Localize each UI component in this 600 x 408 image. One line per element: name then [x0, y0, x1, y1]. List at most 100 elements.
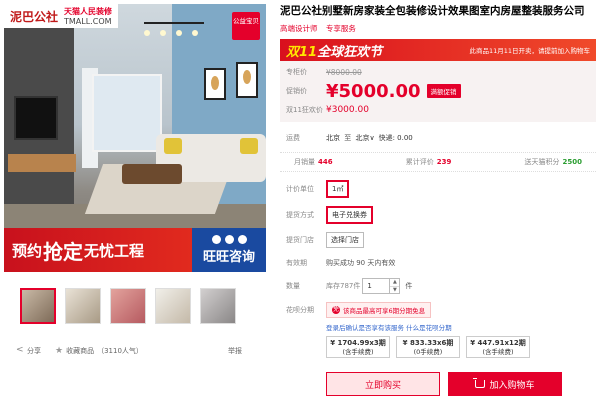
thumbnail-4[interactable] — [155, 288, 191, 324]
plan-amount: ¥ 833.33x6期 — [402, 339, 454, 347]
review-count[interactable]: 累计评价 239 — [406, 157, 452, 167]
scene-lamp — [144, 22, 204, 52]
report-link[interactable]: 举报 — [228, 346, 242, 356]
d11-price-row: 双11狂欢价 ¥3000.00 — [286, 103, 590, 117]
wangwang-consult-button[interactable]: 旺旺咨询 — [192, 228, 266, 272]
installment-tip-text: 该商品最高可享6期分期免息 — [343, 307, 426, 315]
tmall-sub: TMALL.COM — [64, 17, 112, 26]
what-is-huabei-link[interactable]: 什么是花呗分期 — [406, 324, 452, 332]
wangwang-label: 旺旺咨询 — [202, 250, 255, 265]
promo-price-label: 促销价 — [286, 87, 307, 95]
favorite-count: （3110人气） — [97, 347, 143, 355]
points-value: 2500 — [562, 158, 582, 166]
list-price-label: 专柜价 — [286, 68, 307, 76]
validity-row: 有效期 购买成功 90 天内有效 — [280, 256, 596, 270]
method-label: 提货方式 — [286, 211, 314, 219]
installment-row: 花呗分期 免 该商品最高可享6期分期免息 — [280, 302, 596, 318]
stats-bar: 月销量 446 累计评价 239 送天猫积分 2500 — [280, 152, 596, 172]
tag-service: 专享服务 — [325, 24, 356, 33]
points-label: 送天猫积分 — [524, 158, 560, 166]
review-value: 239 — [436, 158, 452, 166]
method-row: 提货方式 电子兑换券 — [280, 206, 596, 224]
brand-logo: 泥巴公社 天猫人民装修 TMALL.COM — [4, 4, 119, 28]
brand-name: 泥巴公社 — [10, 9, 59, 24]
d11-price-value: ¥3000.00 — [326, 105, 369, 115]
double11-title-b: 全球狂欢节 — [317, 44, 383, 60]
review-label: 累计评价 — [405, 158, 434, 166]
tmall-label: 天猫人民装修 — [64, 7, 113, 16]
plan-amount: ¥ 447.91x12期 — [470, 339, 526, 347]
buy-now-button[interactable]: 立即购买 — [326, 372, 440, 396]
thumbnail-5[interactable] — [200, 288, 236, 324]
promo-banner-image[interactable]: 预约 抢定 无忧工程 旺旺咨询 — [4, 228, 266, 272]
shipping-from: 北京 至 北京∨ — [326, 133, 375, 143]
installment-login-line: 登录后确认是否享有该服务 什么是花呗分期 — [280, 322, 596, 332]
method-option[interactable]: 电子兑换券 — [326, 206, 373, 224]
monthly-sales-label: 月销量 — [294, 158, 315, 166]
plan-3[interactable]: ¥ 1704.99x3期 (含手续费) — [326, 336, 390, 358]
scene-window — [92, 74, 162, 152]
product-info-panel: 泥巴公社别墅新房家装全包装修设计效果图室内房屋整装服务公司 高端设计师 专享服务… — [280, 4, 596, 396]
quantity-row: 数量 库存787件 1 ▲ ▼ 件 — [280, 278, 596, 294]
charity-badge: 公益宝贝 — [232, 12, 260, 40]
free-interest-icon: 免 — [332, 306, 340, 314]
share-button[interactable]: 分享 — [16, 345, 41, 356]
quantity-label: 数量 — [286, 282, 300, 290]
store-label: 提货门店 — [286, 236, 314, 244]
plan-fee: (含手续费) — [482, 348, 514, 356]
promo-price-value: ¥5000.00 — [326, 80, 421, 102]
decrement-icon[interactable]: ▼ — [390, 287, 399, 294]
tag-designer: 高端设计师 — [280, 24, 318, 33]
unit-label: 计价单位 — [286, 185, 314, 193]
scene-pillow — [164, 138, 182, 154]
unit-option[interactable]: 1㎡ — [326, 180, 350, 198]
image-gallery: 泥巴公社 天猫人民装修 TMALL.COM 公益宝贝 预约 抢定 无忧工程 旺旺… — [4, 4, 266, 324]
tmall-points: 送天猫积分 2500 — [525, 157, 582, 167]
thumbnail-2[interactable] — [65, 288, 101, 324]
shipping-destination-select[interactable]: 北京∨ — [355, 134, 374, 142]
store-row: 提货门店 选择门店 — [280, 232, 596, 248]
plan-fee: (含手续费) — [342, 348, 374, 356]
scene-frame — [236, 62, 258, 98]
installment-tip: 免 该商品最高可享6期分期免息 — [326, 302, 432, 318]
report-label: 举报 — [228, 347, 242, 355]
thumbnail-1[interactable] — [20, 288, 56, 324]
plan-12[interactable]: ¥ 447.91x12期 (含手续费) — [466, 336, 530, 358]
monthly-sales: 月销量 446 — [294, 157, 333, 167]
double11-banner: 双11全球狂欢节 此商品11月11日开卖，请提前加入购物车 — [280, 39, 596, 61]
banner-post: 无忧工程 — [84, 241, 145, 260]
chat-bubbles-icon — [211, 235, 247, 244]
select-store-button[interactable]: 选择门店 — [326, 232, 364, 248]
login-link[interactable]: 登录后确认是否享有该服务 — [326, 324, 404, 332]
scene-frame — [204, 68, 226, 100]
thumbnail-strip — [4, 288, 266, 324]
purchase-actions: 立即购买 加入购物车 — [280, 372, 596, 396]
product-title: 泥巴公社别墅新房家装全包装修设计效果图室内房屋整装服务公司 — [280, 5, 585, 17]
list-price-value: ¥8000.00 — [326, 67, 362, 77]
favorite-button[interactable]: ★ 收藏商品 （3110人气） — [55, 346, 143, 356]
plan-6[interactable]: ¥ 833.33x6期 (0手续费) — [396, 336, 460, 358]
increment-icon[interactable]: ▲ — [390, 279, 400, 287]
add-to-cart-button[interactable]: 加入购物车 — [448, 372, 562, 396]
cart-icon — [473, 378, 486, 388]
tmall-mark: 天猫人民装修 TMALL.COM — [64, 6, 112, 26]
quantity-stepper[interactable]: ▲ ▼ — [390, 278, 401, 294]
thumbnail-3[interactable] — [110, 288, 146, 324]
quantity-input[interactable]: 1 — [362, 278, 391, 294]
price-box: 专柜价 ¥8000.00 促销价 ¥5000.00 满额促销 双11狂欢价 ¥3… — [280, 61, 596, 122]
add-to-cart-label: 加入购物车 — [489, 380, 535, 391]
validity-label: 有效期 — [286, 259, 307, 267]
scene-table — [122, 164, 182, 184]
share-icon — [16, 345, 24, 355]
product-page: 泥巴公社 天猫人民装修 TMALL.COM 公益宝贝 预约 抢定 无忧工程 旺旺… — [0, 0, 600, 408]
main-product-image[interactable]: 泥巴公社 天猫人民装修 TMALL.COM 公益宝贝 预约 抢定 无忧工程 旺旺… — [4, 4, 266, 272]
plan-fee: (0手续费) — [413, 348, 443, 356]
promo-price-row: 促销价 ¥5000.00 满额促销 — [286, 79, 590, 103]
scene-cabinet — [8, 154, 76, 172]
promo-tag: 满额促销 — [426, 84, 461, 98]
shipping-label: 运费 — [286, 134, 300, 142]
installment-plans: ¥ 1704.99x3期 (含手续费) ¥ 833.33x6期 (0手续费) ¥… — [280, 336, 596, 358]
product-tags: 高端设计师 专享服务 — [280, 23, 596, 34]
booking-banner[interactable]: 预约 抢定 无忧工程 — [4, 228, 192, 272]
stock-count: 库存787件 — [326, 282, 361, 290]
